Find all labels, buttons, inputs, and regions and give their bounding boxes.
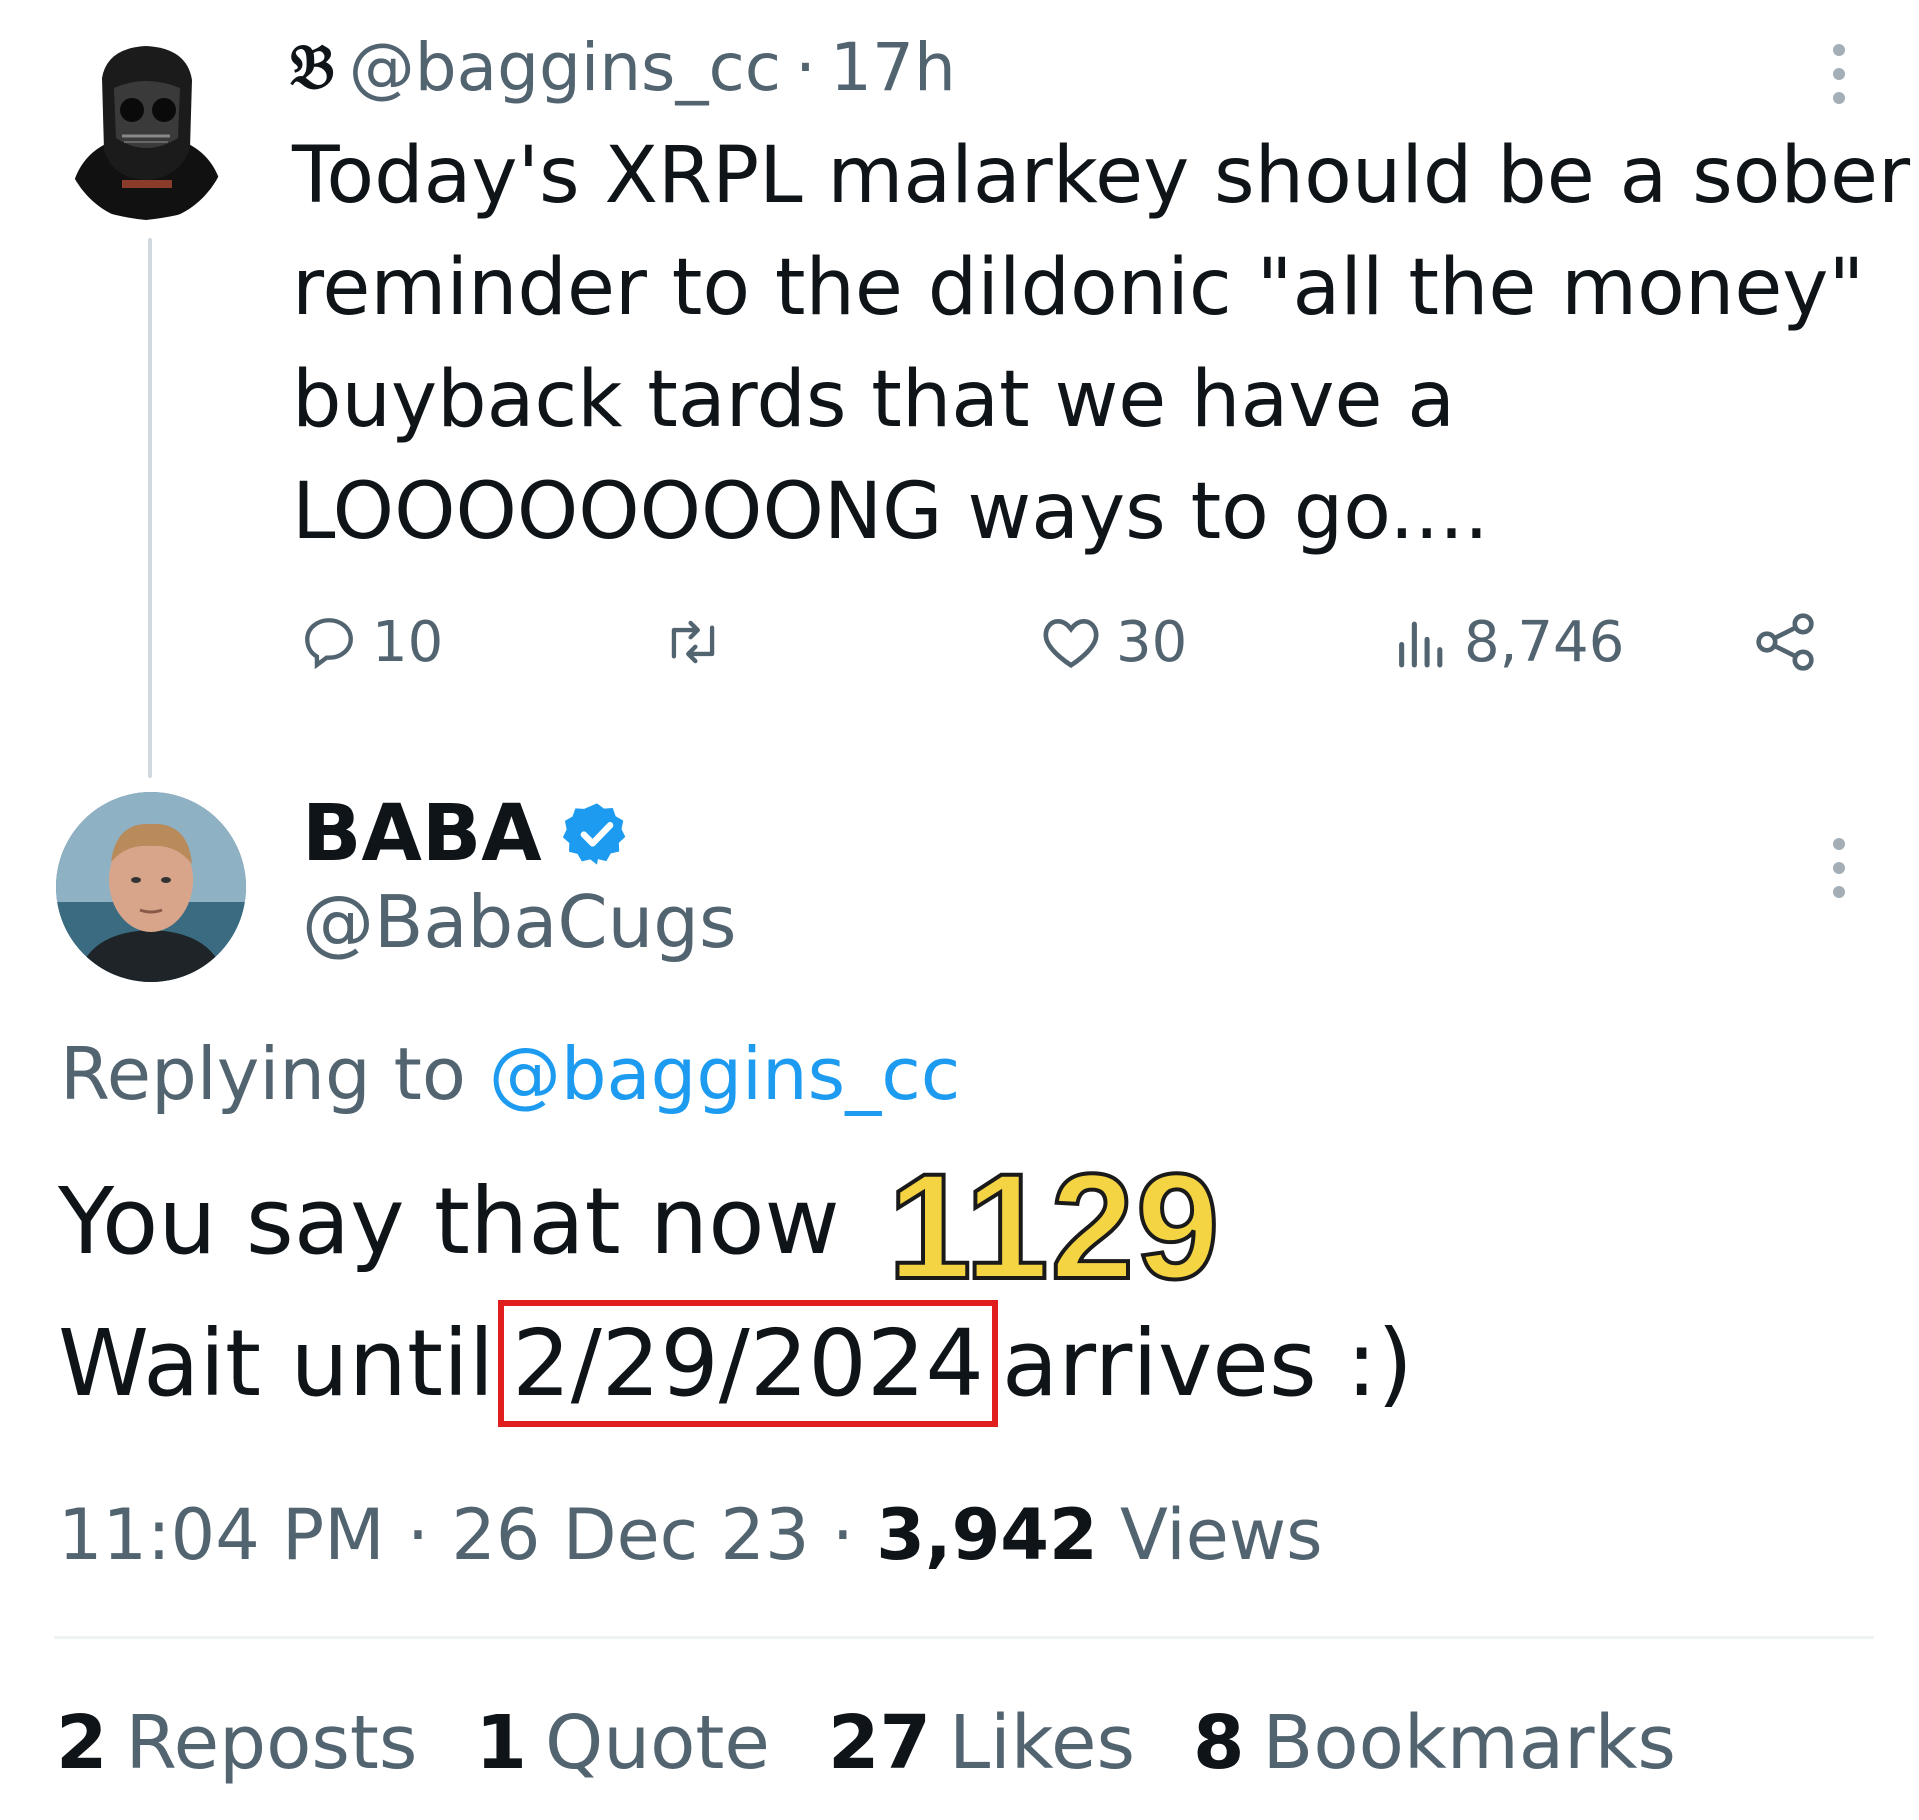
tweet-time[interactable]: 11:04 PM [58,1494,385,1576]
replying-mention-link[interactable]: @baggins_cc [489,1032,961,1116]
share-icon [1756,613,1814,671]
views-label: Views [1119,1494,1323,1576]
view-count: 8,746 [1464,609,1625,675]
stat-label: Likes [948,1700,1136,1786]
reply-text-line-2: Wait until 2/29/2024 arrives :) [58,1300,1413,1427]
tweet-date[interactable]: 26 Dec 23 [451,1494,809,1576]
skull-avatar-icon [72,46,222,220]
reply-author-row: BABA [302,784,632,884]
more-options-icon[interactable] [1832,838,1846,898]
tweet-meta: 11:04 PM · 26 Dec 23 · 3,942 Views [58,1494,1323,1576]
parent-tweet-header: 𝔅 @baggins_cc · 17h [290,22,956,112]
reply-icon [305,618,353,670]
tweet-text-line: buyback tards that we have a [292,355,1456,445]
stat-count: 27 [827,1700,931,1786]
repost-icon [671,620,715,664]
header-separator: · [795,28,817,106]
heart-icon [1043,619,1099,668]
stat-count: 2 [56,1700,108,1786]
avatar-babacugs[interactable] [56,792,246,982]
highlighted-date: 2/29/2024 [498,1300,998,1427]
views-button[interactable]: 8,746 [1394,602,1624,682]
overlay-number: 1129 [886,1140,1222,1312]
engagement-stats: 2 Reposts 1 Quote 27 Likes 8 Bookmarks [56,1700,1676,1786]
replying-to: Replying to @baggins_cc [60,1032,960,1116]
stat-label: Bookmarks [1262,1700,1676,1786]
more-options-icon[interactable] [1832,44,1846,104]
reply-text-prefix: Wait until [58,1310,495,1417]
stat-bookmarks[interactable]: 8 Bookmarks [1193,1700,1676,1786]
display-name[interactable]: BABA [302,789,542,879]
thread-connector-line [148,238,152,778]
like-button[interactable]: 30 [1040,602,1187,682]
views-count: 3,942 [876,1494,1098,1576]
stat-label: Quote [545,1700,770,1786]
stat-count: 1 [475,1700,528,1786]
analytics-icon [1399,621,1443,668]
parent-handle[interactable]: @baggins_cc [349,29,781,106]
meta-separator: · [831,1494,877,1576]
avatar-baggins[interactable] [62,38,230,222]
stat-likes[interactable]: 27 Likes [828,1700,1135,1786]
stat-reposts[interactable]: 2 Reposts [56,1700,418,1786]
tweet-text-line: LOOOOOOOONG ways to go.... [292,467,1489,557]
repost-button[interactable] [662,602,738,682]
tweet-text-line: reminder to the dildonic "all the money" [292,243,1865,333]
stat-count: 8 [1193,1700,1245,1786]
replying-label: Replying to [60,1032,466,1116]
parent-tweet-text: Today's XRPL malarkey should be a sober … [292,120,1911,568]
reply-handle[interactable]: @BabaCugs [302,880,736,964]
verified-badge-icon [562,803,625,865]
reply-count: 10 [372,609,444,675]
meta-separator: · [406,1494,452,1576]
reply-text-line-1: You say that now [58,1168,840,1275]
stat-quotes[interactable]: 1 Quote [476,1700,770,1786]
share-button[interactable] [1750,602,1820,682]
reply-button[interactable]: 10 [300,602,443,682]
brand-glyph: 𝔅 [290,30,335,103]
tweet-text-line: Today's XRPL malarkey should be a sober [292,131,1911,221]
divider [54,1636,1874,1639]
stat-label: Reposts [125,1700,418,1786]
profile-photo-icon [56,792,246,982]
like-count: 30 [1116,609,1188,675]
reply-text-suffix: arrives :) [1001,1310,1413,1417]
parent-time[interactable]: 17h [830,29,956,106]
